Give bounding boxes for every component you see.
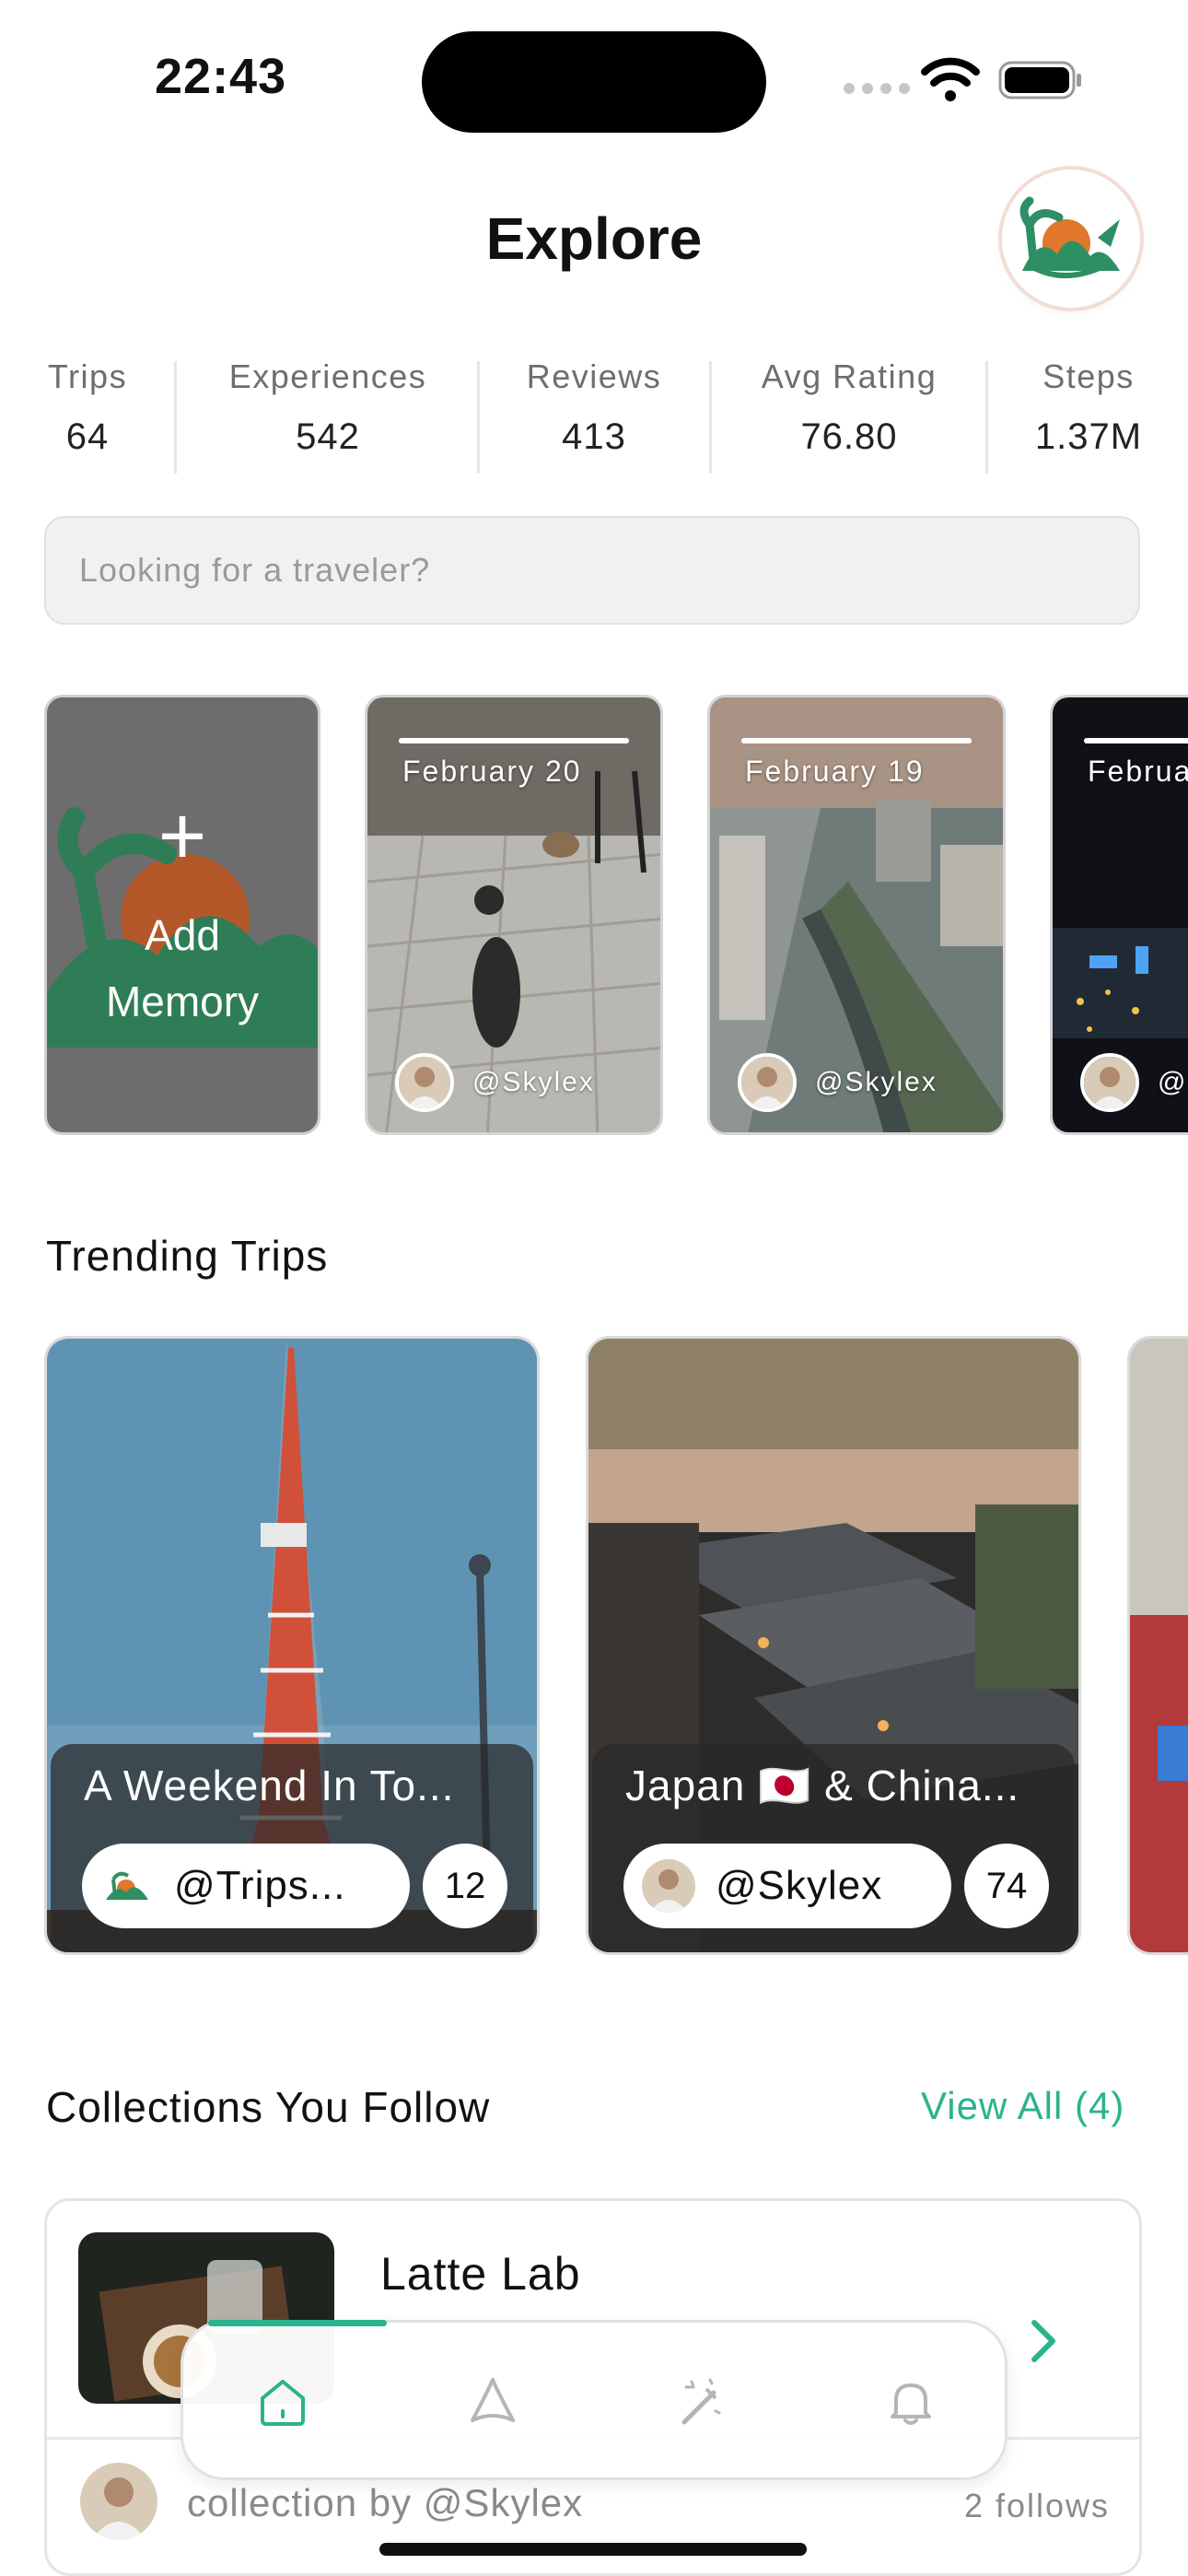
story-username: @Skylex [815, 1067, 938, 1097]
battery-icon [998, 61, 1081, 100]
avatar [395, 1053, 454, 1112]
tab-bar [181, 2320, 1007, 2480]
stat-trips[interactable]: Trips 64 [44, 357, 131, 477]
trip-author-pill[interactable]: @Trips... [82, 1844, 410, 1928]
trip-card[interactable]: Japan 🇯🇵 & China... @Skylex 74 [586, 1336, 1081, 1955]
home-icon [261, 2380, 305, 2426]
stat-avg-rating[interactable]: Avg Rating 76.80 [735, 357, 963, 477]
tab-home[interactable] [246, 2365, 320, 2439]
stat-steps[interactable]: Steps 1.37M [1013, 357, 1164, 477]
trip-count-badge: 74 [964, 1844, 1049, 1928]
plus-icon: + [157, 790, 207, 883]
trip-author: @Skylex [716, 1863, 883, 1908]
story-date: February [1088, 755, 1188, 788]
story-username: @Skylex [472, 1067, 595, 1097]
trip-card[interactable]: A Weekend In To... @Trips... 12 [44, 1336, 540, 1955]
tab-create[interactable] [664, 2365, 738, 2439]
stat-experiences[interactable]: Experiences 542 [203, 357, 453, 477]
stats-row: Trips 64 Experiences 542 Reviews 413 Avg… [0, 357, 1188, 477]
trip-card[interactable] [1127, 1336, 1188, 1955]
status-time: 22:43 [155, 49, 287, 104]
story-card[interactable]: February @Skylex [1050, 695, 1188, 1135]
profile-avatar-button[interactable] [1002, 170, 1140, 308]
collection-author: collection by @Skylex [187, 2481, 584, 2524]
avatar [738, 1053, 797, 1112]
avatar [642, 1859, 695, 1913]
stat-divider [985, 361, 988, 474]
cellular-signal-icon [844, 83, 910, 94]
tab-explore[interactable] [456, 2365, 530, 2439]
add-memory-label: Memory [105, 978, 260, 1025]
stat-divider [709, 361, 712, 474]
explore-icon [471, 2378, 515, 2422]
stat-divider [477, 361, 480, 474]
trip-count-badge: 12 [423, 1844, 507, 1928]
story-progress-bar [1084, 738, 1188, 744]
active-tab-indicator [208, 2320, 387, 2326]
story-card[interactable]: February 19 @Skylex [707, 695, 1006, 1135]
story-progress-bar [741, 738, 972, 744]
story-card[interactable]: February 20 @Skylex [365, 695, 663, 1135]
palm-sunset-logo-icon [1019, 196, 1120, 278]
bell-icon [891, 2383, 931, 2425]
add-memory-button[interactable]: + Add Memory [44, 695, 320, 1135]
stat-label: Trips [47, 357, 128, 395]
stat-value: 1.37M [1034, 416, 1143, 457]
stat-label: Reviews [526, 357, 662, 395]
dynamic-island [422, 31, 766, 133]
chevron-right-icon[interactable] [1025, 2313, 1062, 2369]
traveler-search-input[interactable] [46, 518, 1138, 623]
stat-label: Steps [1042, 357, 1135, 395]
trip-title: Japan 🇯🇵 & China... [625, 1762, 1020, 1809]
trip-author: @Trips... [174, 1863, 346, 1908]
search-box[interactable] [44, 516, 1140, 625]
stat-label: Avg Rating [761, 357, 938, 395]
avatar [1080, 1053, 1139, 1112]
story-username: @Skylex [1158, 1067, 1188, 1097]
stat-label: Experiences [228, 357, 427, 395]
story-date: February 20 [402, 755, 582, 788]
tab-notifications[interactable] [874, 2365, 948, 2439]
magic-wand-icon [681, 2378, 721, 2425]
trip-image [1130, 1339, 1188, 1952]
trending-trips-title: Trending Trips [46, 1232, 329, 1280]
collections-title: Collections You Follow [46, 2083, 491, 2131]
stat-value: 64 [65, 416, 110, 457]
add-memory-label: Add [145, 911, 220, 959]
home-indicator [379, 2543, 807, 2556]
stat-value: 413 [562, 416, 626, 457]
stat-value: 76.80 [800, 416, 898, 457]
trip-author-pill[interactable]: @Skylex [623, 1844, 951, 1928]
trip-title: A Weekend In To... [84, 1762, 455, 1809]
stat-value: 542 [296, 416, 360, 457]
collection-name: Latte Lab [380, 2248, 581, 2300]
story-date: February 19 [745, 755, 925, 788]
stat-divider [174, 361, 177, 474]
view-all-link[interactable]: View All (4) [921, 2084, 1124, 2128]
palm-sunset-logo-icon [100, 1859, 154, 1913]
stat-reviews[interactable]: Reviews 413 [505, 357, 683, 477]
avatar[interactable] [80, 2463, 157, 2540]
collection-follows: 2 follows [963, 2487, 1110, 2524]
story-progress-bar [399, 738, 629, 744]
wifi-icon [921, 57, 980, 101]
